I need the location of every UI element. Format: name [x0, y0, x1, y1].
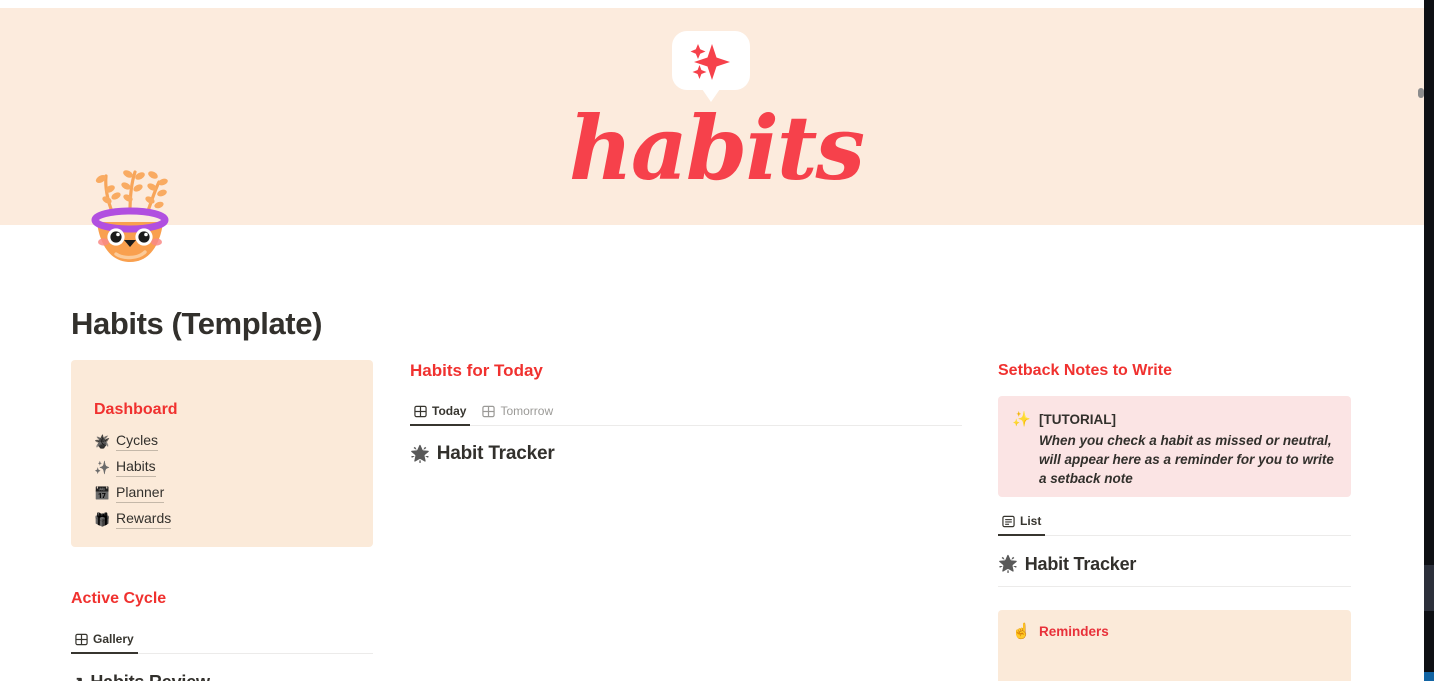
sparkles-icon: ✨ — [1012, 411, 1031, 428]
top-white-strip — [0, 0, 1424, 8]
calendar-icon: 📅 — [94, 485, 111, 501]
gallery-view-icon — [482, 405, 496, 417]
tutorial-callout: ✨ [TUTORIAL] When you check a habit as m… — [998, 396, 1351, 497]
habit-tracker-list-database-title[interactable]: 🌟 Habit Tracker — [998, 546, 1351, 582]
left-column: Dashboard 🪴 Cycles ✨ Habits 📅 Planner 🎁 … — [71, 360, 373, 681]
sparkle-icon — [690, 44, 730, 80]
sidebar-item-label: Planner — [116, 483, 165, 503]
right-edge-chrome-segment[interactable] — [1424, 565, 1434, 611]
gallery-view-icon — [75, 633, 88, 645]
sidebar-item-label: Rewards — [116, 509, 172, 529]
page-cover-banner[interactable]: habits — [0, 8, 1424, 225]
three-column-layout: Dashboard 🪴 Cycles ✨ Habits 📅 Planner 🎁 … — [71, 360, 1351, 681]
sidebar-item-label: Cycles — [116, 431, 159, 451]
tab-today[interactable]: Today — [410, 396, 471, 426]
glowing-star-icon: 🌟 — [410, 445, 430, 463]
habits-today-view-tabs: Today Tomorrow — [410, 396, 962, 426]
tab-gallery[interactable]: Gallery — [71, 624, 138, 654]
cover-artwork: habits — [0, 8, 1424, 225]
right-edge-chrome — [1424, 0, 1434, 681]
database-title-text: Habit Tracker — [436, 443, 555, 464]
tutorial-text: When you check a habit as missed or neut… — [1039, 433, 1334, 486]
tab-label: Gallery — [93, 632, 134, 646]
speech-bubble — [672, 31, 750, 102]
tutorial-label: [TUTORIAL] — [1039, 412, 1116, 427]
sidebar-item-cycles[interactable]: 🪴 Cycles — [94, 428, 373, 454]
glowing-star-icon: 🌟 — [998, 555, 1018, 573]
sparkles-icon: ✨ — [94, 459, 111, 475]
sidebar-item-habits[interactable]: ✨ Habits — [94, 454, 373, 480]
dashboard-heading: Dashboard — [94, 401, 178, 418]
tab-tomorrow[interactable]: Tomorrow — [478, 396, 557, 426]
reminders-label: Reminders — [1039, 624, 1109, 639]
sidebar-item-label: Habits — [116, 457, 156, 477]
habits-wordmark: habits — [568, 96, 865, 200]
dashboard-callout: Dashboard 🪴 Cycles ✨ Habits 📅 Planner 🎁 … — [71, 360, 373, 547]
page-icon-potted-plant-face[interactable] — [83, 162, 177, 266]
habits-review-database-title[interactable]: ↗ Habits Review — [71, 664, 373, 681]
page-body: Habits (Template) Dashboard 🪴 Cycles ✨ H… — [0, 225, 1424, 681]
setback-notes-heading: Setback Notes to Write — [998, 362, 1172, 379]
sidebar-item-planner[interactable]: 📅 Planner — [94, 480, 373, 506]
tab-label: Tomorrow — [500, 404, 554, 418]
gallery-view-icon — [414, 405, 427, 417]
potted-plant-icon: 🪴 — [94, 433, 111, 449]
sidebar-item-rewards[interactable]: 🎁 Rewards — [94, 506, 373, 532]
tab-label: Today — [432, 404, 467, 418]
tab-label: List — [1020, 514, 1042, 528]
list-view-icon — [1002, 515, 1015, 527]
active-cycle-heading: Active Cycle — [71, 590, 167, 607]
tab-list[interactable]: List — [998, 506, 1046, 536]
notion-page-window: habits Habits (Template) Dashboard 🪴 Cyc… — [0, 0, 1434, 681]
link-arrow-icon: ↗ — [71, 673, 84, 681]
reminders-callout: ☝️ Reminders — [998, 610, 1351, 681]
gift-icon: 🎁 — [94, 511, 111, 527]
right-column: Setback Notes to Write ✨ [TUTORIAL] When… — [998, 360, 1351, 681]
page-title[interactable]: Habits (Template) — [71, 305, 322, 343]
setback-notes-view-tabs: List — [998, 506, 1351, 536]
right-edge-accent — [1424, 672, 1434, 681]
habits-for-today-heading: Habits for Today — [410, 361, 543, 380]
habit-tracker-database-title[interactable]: 🌟 Habit Tracker — [410, 436, 962, 472]
pointing-up-hand-icon: ☝️ — [1012, 623, 1031, 640]
middle-column: Habits for Today Today Tomorrow 🌟 Habit … — [410, 360, 962, 472]
divider — [998, 586, 1351, 587]
database-title-text: Habit Tracker — [1024, 553, 1137, 574]
active-cycle-view-tabs: Gallery — [71, 624, 373, 654]
database-title-text: Habits Review — [90, 672, 210, 681]
